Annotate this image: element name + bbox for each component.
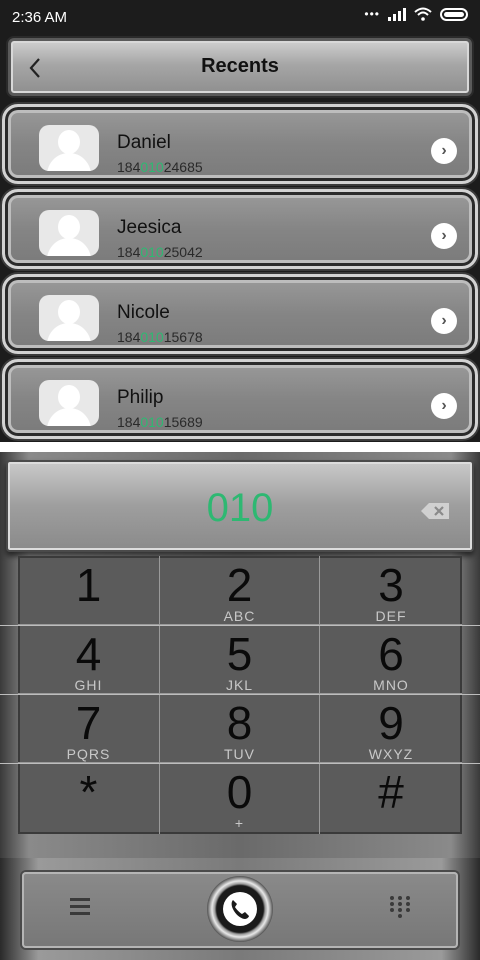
key-6[interactable]: 6 MNO (320, 625, 462, 694)
number-display[interactable]: 010 (6, 460, 474, 552)
status-time: 2:36 AM (12, 9, 68, 26)
key-digit: 5 (226, 628, 253, 680)
key-4[interactable]: 4 GHI (18, 625, 160, 694)
battery-icon (440, 7, 468, 21)
key-5[interactable]: 5 JKL (160, 625, 320, 694)
key-digit: 6 (378, 628, 404, 680)
key-letters: MNO (373, 677, 409, 693)
more-dots-icon: ••• (364, 7, 380, 21)
avatar-icon (39, 380, 99, 426)
key-0[interactable]: 0 + (160, 763, 320, 834)
key-letters: WXYZ (368, 746, 414, 762)
key-2[interactable]: 2 ABC (160, 556, 320, 625)
key-digit: # (378, 766, 404, 818)
contact-number: 18401015678 (117, 329, 203, 345)
key-digit: 2 (226, 559, 253, 611)
key-digit: * (79, 766, 98, 818)
call-button[interactable] (207, 876, 273, 942)
backspace-icon[interactable] (420, 502, 450, 520)
key-star[interactable]: * (18, 763, 160, 834)
key-3[interactable]: 3 DEF (320, 556, 462, 625)
key-hash[interactable]: # (320, 763, 462, 834)
key-letters: JKL (225, 677, 254, 693)
key-9[interactable]: 9 WXYZ (320, 694, 462, 763)
contact-name: Nicole (117, 302, 170, 323)
divider (0, 694, 480, 695)
chevron-right-icon[interactable]: › (431, 393, 457, 419)
keypad: 1 2 ABC 3 DEF 4 GHI 5 JKL 6 MNO 7 PQRS 8… (18, 556, 462, 834)
key-8[interactable]: 8 TUV (160, 694, 320, 763)
key-1[interactable]: 1 (18, 556, 160, 625)
status-icons: ••• (364, 7, 468, 21)
key-digit: 4 (75, 628, 102, 680)
avatar-icon (39, 210, 99, 256)
status-bar: 2:36 AM ••• (0, 0, 480, 34)
list-item[interactable]: Jeesica 18401025042 › (2, 189, 478, 269)
list-item[interactable]: Daniel 18401024685 › (2, 104, 478, 184)
key-digit: 9 (378, 697, 404, 749)
contact-number: 18401015689 (117, 414, 203, 430)
phone-icon (223, 892, 257, 926)
key-digit: 3 (378, 559, 404, 611)
key-letters: DEF (375, 608, 407, 624)
signal-icon (388, 7, 406, 21)
chevron-right-icon[interactable]: › (431, 138, 457, 164)
contact-name: Jeesica (117, 217, 182, 238)
wifi-icon (414, 7, 432, 21)
menu-icon[interactable] (70, 898, 90, 916)
key-digit: 1 (75, 559, 102, 611)
header-bar: Recents (8, 38, 472, 96)
dialed-number: 010 (206, 486, 274, 530)
avatar-icon (39, 125, 99, 171)
avatar-icon (39, 295, 99, 341)
key-digit: 8 (226, 697, 253, 749)
key-letters: TUV (224, 746, 255, 762)
key-letters: + (234, 815, 245, 831)
divider (0, 763, 480, 764)
chevron-right-icon[interactable]: › (431, 223, 457, 249)
dialpad-icon[interactable] (388, 896, 412, 922)
key-7[interactable]: 7 PQRS (18, 694, 160, 763)
key-letters: GHI (74, 677, 103, 693)
key-letters: ABC (223, 608, 256, 624)
contact-number: 18401024685 (117, 159, 203, 175)
key-letters: PQRS (66, 746, 111, 762)
contact-name: Daniel (117, 132, 171, 153)
key-digit: 0 (226, 766, 253, 818)
page-title: Recents (201, 55, 279, 77)
divider (0, 625, 480, 626)
list-item[interactable]: Nicole 18401015678 › (2, 274, 478, 354)
chevron-right-icon[interactable]: › (431, 308, 457, 334)
contact-number: 18401025042 (117, 244, 203, 260)
key-digit: 7 (75, 697, 102, 749)
list-item[interactable]: Philip 18401015689 › (2, 359, 478, 439)
contact-name: Philip (117, 387, 164, 408)
